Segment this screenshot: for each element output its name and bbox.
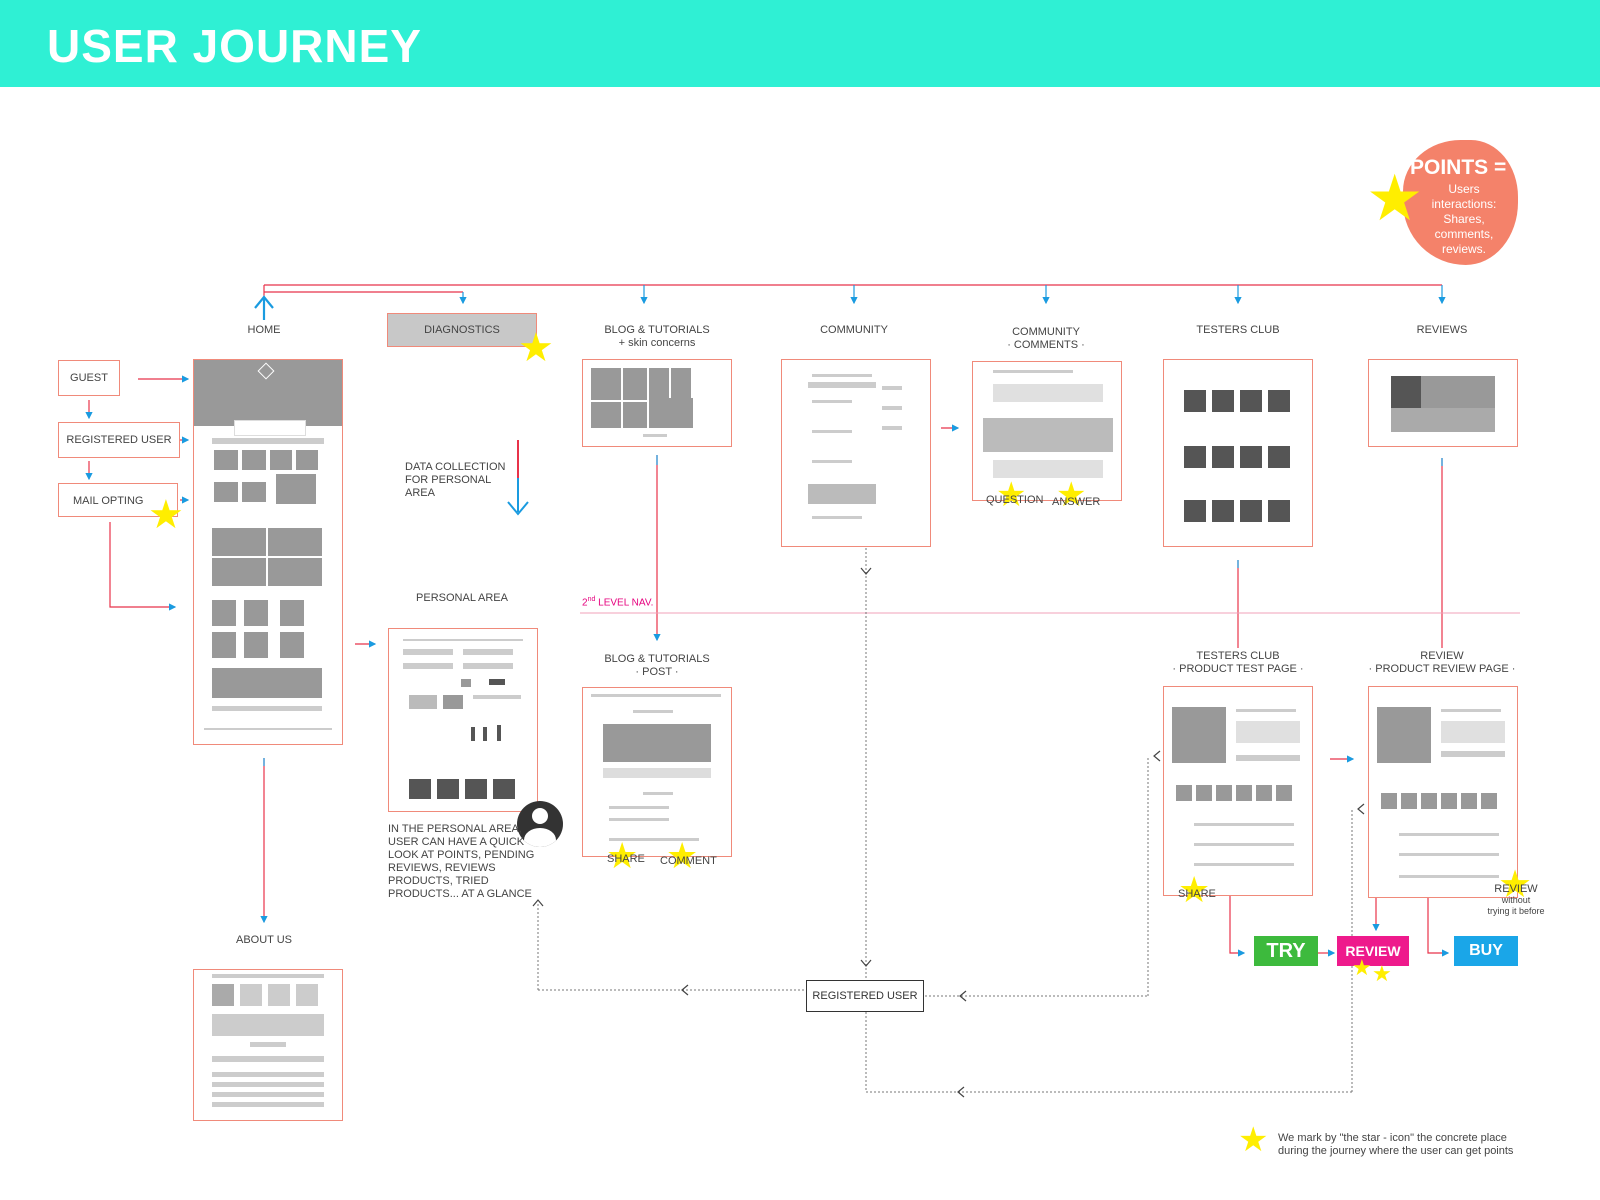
blog-wireframe[interactable] (582, 359, 732, 447)
share-label: SHARE (607, 853, 645, 865)
about-wireframe[interactable] (193, 969, 343, 1121)
review-button-star-icon-2: ★ (1372, 961, 1392, 986)
mail-star-icon: ★ (148, 493, 184, 537)
legend-star-icon: ★ (1238, 1121, 1269, 1159)
personal-area-wireframe[interactable] (388, 628, 538, 812)
diagnostics-box[interactable]: DIAGNOSTICS (387, 313, 537, 347)
blog-post-wireframe[interactable] (582, 687, 732, 857)
review-button-star-icon-1: ★ (1352, 955, 1372, 980)
label-review-page: REVIEW · PRODUCT REVIEW PAGE · (1368, 650, 1516, 675)
personal-description: IN THE PERSONAL AREA, USER CAN HAVE A QU… (388, 823, 535, 900)
reviews-wireframe[interactable] (1368, 359, 1518, 447)
buy-label: BUY (1469, 942, 1503, 959)
label-home: HOME (247, 324, 281, 336)
guest-box[interactable]: GUEST (58, 360, 120, 396)
buy-button[interactable]: BUY (1454, 936, 1518, 966)
points-heading: POINTS = (1410, 156, 1507, 179)
share2-label: SHARE (1178, 888, 1216, 900)
label-community-comments: COMMUNITY · COMMENTS · (1007, 326, 1085, 351)
points-lines: Users interactions: Shares, comments, re… (1431, 182, 1497, 256)
review-note: REVIEW without trying it before (1487, 883, 1545, 917)
second-level-nav-label: 2nd LEVEL NAV. (582, 596, 654, 609)
data-collection-note: DATA COLLECTION FOR PERSONAL AREA (405, 461, 506, 499)
label-testers: TESTERS CLUB (1196, 324, 1280, 336)
comment-label: COMMENT (660, 855, 717, 867)
registered-user-box-center[interactable]: REGISTERED USER (806, 980, 924, 1012)
try-label: TRY (1266, 940, 1306, 962)
question-label: QUESTION (986, 494, 1044, 506)
label-community: COMMUNITY (820, 324, 888, 336)
testers-wireframe[interactable] (1163, 359, 1313, 547)
try-button[interactable]: TRY (1254, 936, 1318, 966)
mail-opting-label: MAIL OPTING (73, 495, 144, 507)
answer-label: ANSWER (1052, 496, 1101, 508)
guest-label: GUEST (70, 372, 108, 384)
label-about: ABOUT US (235, 934, 293, 946)
testers-test-wireframe[interactable] (1163, 686, 1313, 896)
review-page-wireframe[interactable] (1368, 686, 1518, 898)
diagnostics-star-icon: ★ (518, 326, 554, 370)
label-reviews: REVIEWS (1416, 324, 1468, 336)
registered-user-label: REGISTERED USER (66, 434, 172, 446)
label-blog: BLOG & TUTORIALS + skin concerns (604, 324, 710, 349)
label-personal: PERSONAL AREA (416, 592, 508, 604)
home-wireframe[interactable] (193, 359, 343, 745)
community-wireframe[interactable] (781, 359, 931, 547)
diagnostics-label: DIAGNOSTICS (424, 324, 500, 336)
community-comments-wireframe[interactable] (972, 361, 1122, 501)
label-blog-post: BLOG & TUTORIALS · POST · (604, 653, 710, 678)
registered-user-center-label: REGISTERED USER (812, 990, 918, 1002)
registered-user-box[interactable]: REGISTERED USER (58, 422, 180, 458)
label-testers-test: TESTERS CLUB · PRODUCT TEST PAGE · (1172, 650, 1304, 675)
legend-text: We mark by "the star - icon" the concret… (1278, 1132, 1514, 1157)
